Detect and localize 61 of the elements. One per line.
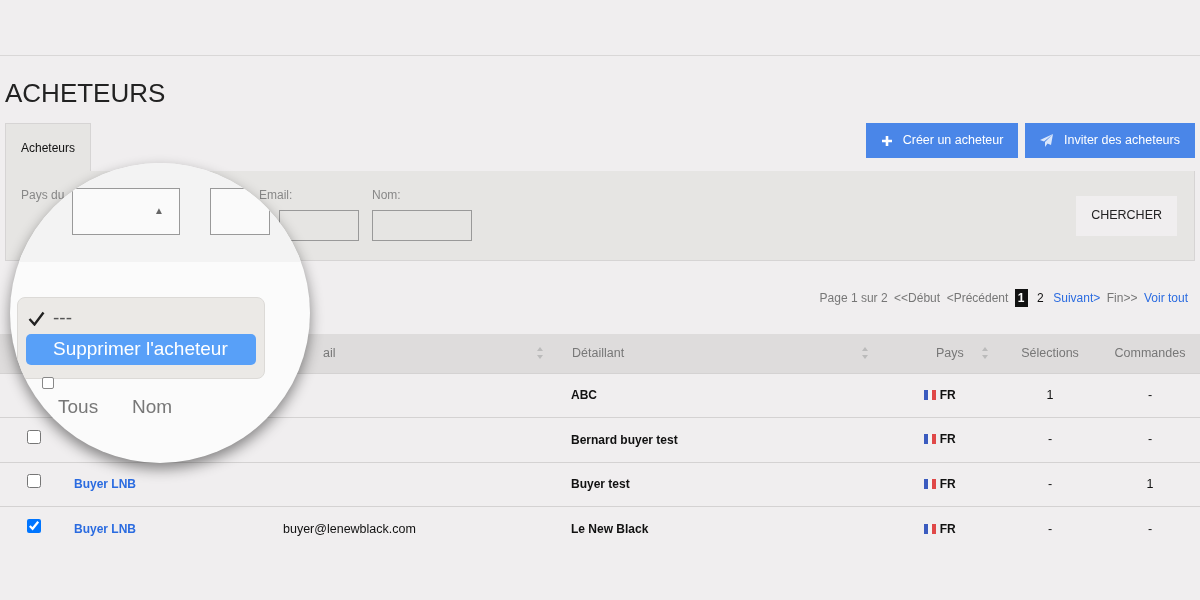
sort-icon[interactable] (861, 346, 869, 361)
search-button[interactable]: CHERCHER (1076, 195, 1177, 236)
pagination-link[interactable]: Voir tout (1143, 288, 1188, 307)
buyer-name-link[interactable]: Buyer LNB (74, 476, 136, 491)
pagination-link[interactable]: Suivant> (1053, 288, 1101, 307)
tab[interactable]: Acheteurs (5, 123, 92, 171)
country-code: FR (939, 386, 956, 404)
filter-label: Email: (259, 187, 294, 204)
row-checkbox[interactable] (27, 474, 41, 489)
row-checkbox[interactable] (27, 429, 41, 444)
select-field[interactable]: ▲ (72, 188, 180, 235)
flag-icon (924, 389, 937, 400)
column-header: Sélections (1021, 345, 1079, 360)
email-text: buyer@lenewblack.com (283, 521, 416, 536)
retailer-text: Buyer test (571, 477, 630, 492)
page-number[interactable]: 1 (1014, 288, 1028, 307)
pagination-text: Page 1 sur 2 (819, 289, 888, 307)
selections-count: - (1047, 476, 1053, 491)
action-button[interactable]: Créer un acheteur (865, 123, 1019, 158)
sort-icon[interactable] (981, 346, 989, 361)
country-code: FR (939, 520, 956, 538)
buyer-name-link[interactable]: Buyer LNB (74, 521, 136, 536)
selections-count: 1 (1046, 387, 1054, 402)
column-header: Nom (132, 395, 173, 419)
column-header: Commandes (1114, 345, 1186, 360)
flag-icon (924, 523, 937, 534)
row-checkbox[interactable] (27, 519, 41, 534)
column-header: Pays (935, 344, 964, 362)
column-header: ail (322, 344, 336, 362)
column-header: Détaillant (571, 344, 625, 362)
orders-count: - (1147, 521, 1153, 536)
action-button[interactable]: Inviter des acheteurs (1024, 123, 1195, 158)
pagination-text[interactable]: Fin>> (1106, 288, 1138, 307)
sort-icon[interactable] (536, 346, 544, 361)
row-checkbox[interactable] (42, 377, 54, 389)
menu-item[interactable]: --- (26, 303, 256, 334)
orders-count: - (1147, 432, 1153, 447)
retailer-text: Le New Black (571, 522, 649, 536)
paper-plane-icon (1039, 134, 1054, 147)
column-header: Tous (58, 395, 99, 419)
selections-count: - (1047, 432, 1053, 447)
flag-icon (924, 434, 937, 445)
pagination-text[interactable]: <<Début (894, 288, 941, 307)
pagination-text[interactable]: <Précédent (946, 288, 1009, 307)
country-code: FR (939, 475, 956, 493)
menu-item[interactable]: Supprimer l'acheteur (26, 334, 256, 365)
orders-count: 1 (1146, 476, 1154, 491)
page-number[interactable]: 2 (1034, 288, 1047, 307)
filter-label: Pays du (21, 187, 66, 204)
input-field[interactable] (372, 210, 472, 241)
retailer-text: Bernard buyer test (571, 432, 678, 447)
checkmark-icon (28, 311, 45, 326)
country-code: FR (939, 431, 956, 449)
page-title: ACHETEURS (4, 77, 167, 110)
selections-count: - (1047, 521, 1053, 536)
plus-icon (880, 134, 893, 147)
flag-icon (924, 478, 937, 489)
orders-count: - (1147, 387, 1153, 402)
filter-label: Nom: (372, 187, 402, 204)
caret-icon: ▲ (154, 206, 164, 216)
retailer-text: ABC (571, 388, 597, 403)
